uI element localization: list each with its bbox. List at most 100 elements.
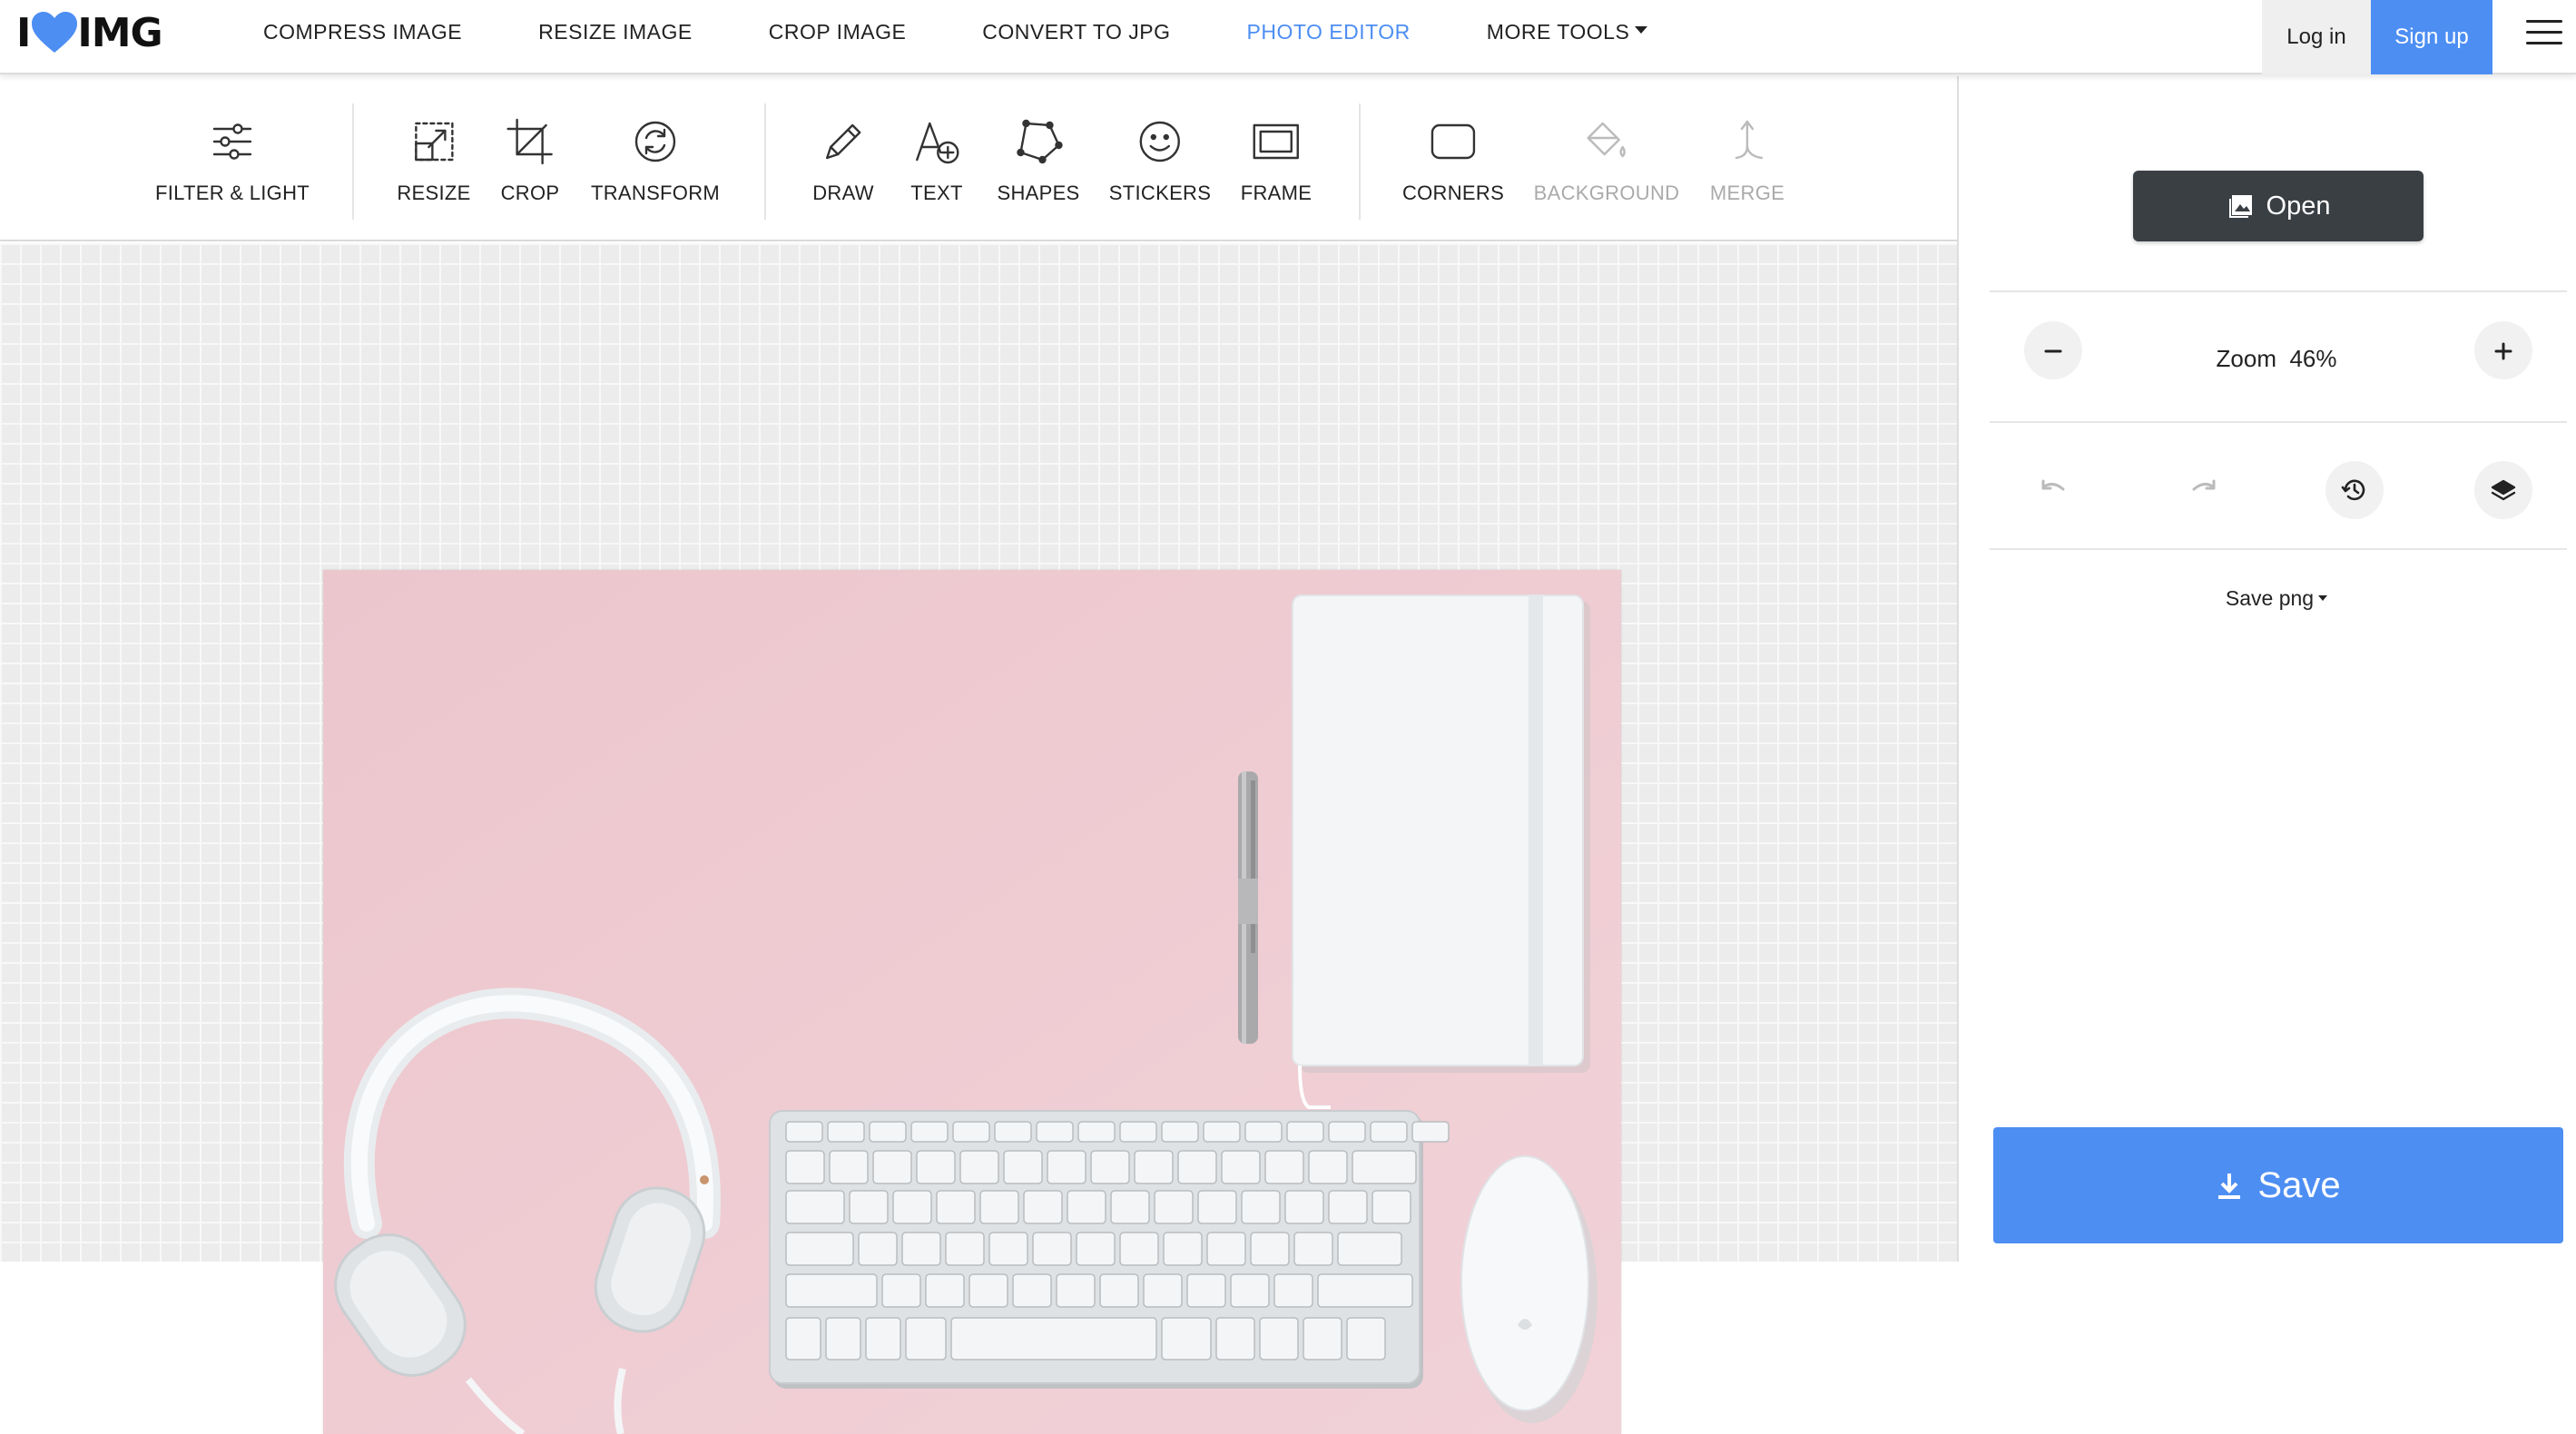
polygon-icon [1016, 119, 1063, 164]
undo-button[interactable] [2024, 461, 2082, 519]
tool-background[interactable]: BACKGROUND [1534, 116, 1680, 205]
keyboard-key [936, 1190, 976, 1224]
crop-icon [506, 118, 554, 165]
nav-more-tools[interactable]: MORE TOOLS [1487, 20, 1648, 44]
tool-stickers[interactable]: STICKERS [1109, 116, 1211, 205]
keyboard-key [968, 1273, 1008, 1308]
keyboard-key [1284, 1190, 1324, 1224]
keyboard-key [1328, 1121, 1366, 1143]
layers-icon [2491, 479, 2516, 501]
keyboard-key [1047, 1150, 1086, 1184]
signup-button[interactable]: Sign up [2371, 0, 2492, 74]
keyboard-key [872, 1150, 912, 1184]
keyboard-key [959, 1150, 999, 1184]
keyboard-key [1411, 1121, 1450, 1143]
keyboard-key [910, 1121, 949, 1143]
save-button[interactable]: Save [1993, 1127, 2563, 1243]
sliders-icon [212, 123, 252, 160]
minus-icon [2044, 349, 2062, 353]
divider [1990, 421, 2567, 423]
tool-label: TRANSFORM [590, 182, 721, 204]
heart-icon [32, 12, 78, 53]
save-format-dropdown[interactable]: Save png [2186, 586, 2367, 611]
keyboard-key [1215, 1317, 1255, 1360]
keyboard-key [1293, 1232, 1333, 1266]
keyboard-key [1352, 1150, 1417, 1184]
tool-text[interactable]: TEXT [910, 116, 962, 205]
keyboard-key [1303, 1317, 1342, 1360]
pen [1238, 771, 1258, 1044]
keyboard-key [881, 1273, 921, 1308]
keyboard-key [1317, 1273, 1413, 1308]
hamburger-menu-icon[interactable] [2526, 20, 2562, 47]
tool-crop[interactable]: CROP [501, 116, 560, 205]
keyboard-key [849, 1190, 889, 1224]
resize-icon [414, 122, 454, 162]
keyboard-key [1161, 1317, 1212, 1360]
keyboard-key [916, 1150, 956, 1184]
save-format-label: Save png [2225, 586, 2315, 610]
keyboard-key [1206, 1232, 1246, 1266]
keyboard-key [785, 1190, 845, 1224]
keyboard-key [1154, 1190, 1194, 1224]
keyboard-key [1143, 1273, 1183, 1308]
keyboard-key [1273, 1273, 1313, 1308]
tool-corners[interactable]: CORNERS [1402, 116, 1504, 205]
photo-illustration [323, 570, 1621, 1434]
tool-transform[interactable]: TRANSFORM [591, 116, 720, 205]
zoom-out-button[interactable] [2024, 321, 2082, 379]
tool-frame[interactable]: FRAME [1241, 116, 1313, 205]
tool-filter-light[interactable]: FILTER & LIGHT [155, 116, 310, 205]
nav-photo-editor[interactable]: PHOTO EDITOR [1247, 20, 1411, 44]
logo-prefix: I [16, 9, 31, 56]
tool-label: FRAME [1240, 182, 1313, 204]
edited-photo[interactable] [323, 570, 1621, 1434]
open-button[interactable]: Open [2133, 171, 2424, 241]
keyboard-key [1259, 1317, 1299, 1360]
keyboard-key [858, 1232, 898, 1266]
keyboard-key [785, 1121, 823, 1143]
keyboard-key [1076, 1232, 1116, 1266]
toolbar-divider [352, 103, 354, 220]
tool-shapes[interactable]: SHAPES [997, 116, 1079, 205]
history-button[interactable] [2325, 461, 2384, 519]
keyboard-key [1244, 1121, 1283, 1143]
side-panel: Open Zoom 46% Save png Save [1957, 76, 2576, 1262]
open-button-label: Open [2266, 191, 2331, 221]
nav-convert-to-jpg[interactable]: CONVERT TO JPG [982, 20, 1170, 44]
merge-icon [1735, 120, 1764, 160]
keyboard-key [1203, 1121, 1241, 1143]
zoom-label: Zoom [2216, 345, 2276, 372]
keyboard-key [901, 1232, 941, 1266]
rounded-square-icon [1431, 123, 1476, 160]
keyboard-key [1186, 1273, 1226, 1308]
tool-resize[interactable]: RESIZE [397, 116, 470, 205]
zoom-in-button[interactable] [2474, 321, 2532, 379]
layers-button[interactable] [2474, 461, 2532, 519]
tool-label: DRAW [812, 182, 874, 204]
keyboard-key [1230, 1273, 1270, 1308]
editor-toolbar: FILTER & LIGHT RESIZE CROP TRANSFORM DRA… [0, 76, 1957, 241]
tool-draw[interactable]: DRAW [812, 116, 874, 205]
keyboard-key [785, 1273, 878, 1308]
tool-label: FILTER & LIGHT [154, 182, 310, 204]
nav-resize-image[interactable]: RESIZE IMAGE [538, 20, 693, 44]
keyboard-key [950, 1317, 1157, 1360]
toolbar-divider [764, 103, 766, 220]
tool-label: MERGE [1709, 182, 1785, 204]
login-button[interactable]: Log in [2262, 0, 2371, 74]
divider [1990, 290, 2567, 292]
toolbar-divider [1359, 103, 1361, 220]
tool-merge[interactable]: MERGE [1710, 116, 1785, 205]
nav-crop-image[interactable]: CROP IMAGE [769, 20, 907, 44]
smiley-icon [1139, 121, 1181, 162]
redo-button[interactable] [2175, 461, 2233, 519]
logo-text: IMG [77, 9, 162, 56]
ilovimg-logo[interactable]: I IMG [16, 7, 163, 58]
keyboard-key [1012, 1273, 1052, 1308]
nav-compress-image[interactable]: COMPRESS IMAGE [263, 20, 462, 44]
frame-icon [1253, 123, 1300, 160]
keyboard-key [1077, 1121, 1116, 1143]
save-button-label: Save [2257, 1164, 2341, 1205]
editor-canvas[interactable] [0, 243, 1957, 1434]
